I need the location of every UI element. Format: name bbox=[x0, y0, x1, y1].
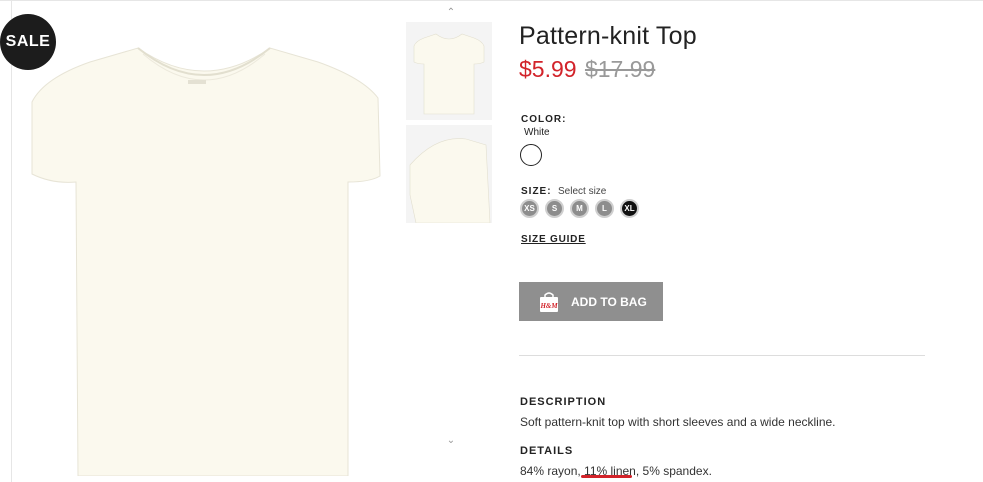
color-label: COLOR: bbox=[521, 114, 567, 125]
color-swatch-white[interactable] bbox=[520, 144, 542, 166]
left-border bbox=[11, 0, 12, 482]
thumbnail-tshirt-front bbox=[406, 22, 492, 120]
size-option-s[interactable]: S bbox=[545, 199, 564, 218]
original-price: $17.99 bbox=[584, 56, 656, 82]
description-text: Soft pattern-knit top with short sleeves… bbox=[520, 415, 836, 429]
chevron-down-icon[interactable]: ⌄ bbox=[445, 436, 457, 446]
size-options: XS S M L XL bbox=[520, 199, 639, 218]
details-heading: DETAILS bbox=[520, 445, 574, 457]
size-option-xs[interactable]: XS bbox=[520, 199, 539, 218]
thumbnail-side[interactable] bbox=[406, 125, 492, 224]
size-label: SIZE: bbox=[521, 186, 552, 197]
description-heading: DESCRIPTION bbox=[520, 396, 607, 408]
section-divider bbox=[519, 355, 925, 356]
size-prompt: Select size bbox=[558, 186, 607, 197]
chevron-up-icon[interactable]: ⌃ bbox=[445, 8, 457, 18]
add-to-bag-button[interactable]: H&M ADD TO BAG bbox=[519, 282, 663, 321]
size-option-xl[interactable]: XL bbox=[620, 199, 639, 218]
sale-badge: SALE bbox=[0, 14, 56, 70]
size-option-l[interactable]: L bbox=[595, 199, 614, 218]
product-title: Pattern-knit Top bbox=[519, 22, 697, 50]
linen-highlight-mark bbox=[581, 475, 632, 478]
sale-price: $5.99 bbox=[519, 56, 577, 82]
brand-mark: H&M bbox=[539, 302, 558, 310]
top-border bbox=[0, 0, 983, 1]
size-option-m[interactable]: M bbox=[570, 199, 589, 218]
size-row: SIZE: Select size bbox=[521, 181, 606, 199]
color-value: White bbox=[524, 127, 550, 138]
thumbnail-front[interactable] bbox=[406, 22, 492, 120]
tshirt-image bbox=[31, 47, 381, 477]
price-row: $5.99 $17.99 bbox=[519, 56, 655, 83]
add-to-bag-label: ADD TO BAG bbox=[571, 294, 647, 309]
size-guide-link[interactable]: SIZE GUIDE bbox=[521, 234, 586, 245]
main-product-image[interactable] bbox=[18, 6, 390, 477]
shopping-bag-icon: H&M bbox=[539, 291, 559, 313]
thumbnail-tshirt-side bbox=[406, 125, 492, 224]
